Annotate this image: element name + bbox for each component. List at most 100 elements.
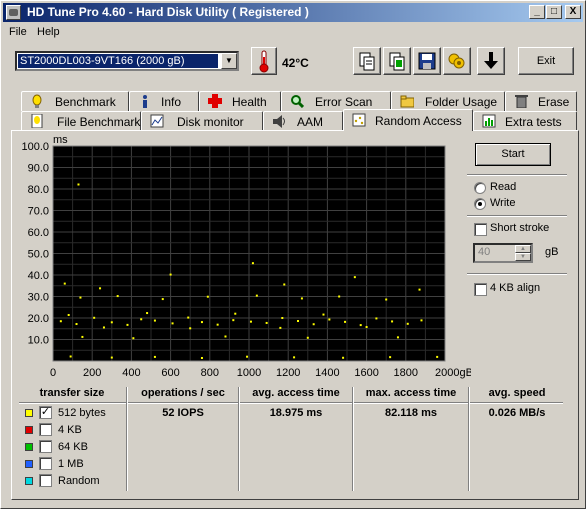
data-point — [281, 317, 284, 319]
y-tick-label: 60.0 — [28, 227, 49, 239]
separator-2 — [467, 273, 567, 275]
align-4kb-checkbox[interactable] — [474, 283, 487, 296]
maximize-button[interactable]: □ — [546, 5, 562, 19]
col-divider — [238, 387, 240, 491]
row-label-4kb: 4 KB — [58, 424, 82, 436]
data-point — [102, 326, 105, 329]
short-stroke-value: 40 — [478, 246, 491, 258]
data-point — [169, 273, 172, 276]
x-tick-label: 400 — [122, 367, 140, 379]
data-point — [418, 288, 421, 291]
col-divider — [126, 387, 128, 491]
data-point — [353, 276, 356, 279]
data-point — [249, 320, 252, 323]
color-swatch-512b — [25, 409, 33, 417]
max-access-value: 82.118 ms — [385, 407, 437, 419]
y-tick-label: 70.0 — [28, 206, 49, 218]
checkbox-4kb[interactable] — [39, 423, 52, 436]
data-point — [344, 320, 347, 323]
x-tick-label: 0 — [50, 367, 56, 379]
row-label-random: Random — [58, 475, 100, 487]
data-point — [69, 355, 72, 358]
data-point — [436, 355, 439, 358]
short-stroke-unit: gB — [545, 246, 559, 258]
ops-per-sec-value: 52 IOPS — [162, 407, 204, 419]
data-point — [342, 356, 345, 359]
data-point — [81, 335, 84, 338]
y-tick-label: 30.0 — [28, 292, 49, 304]
color-swatch-64kb — [25, 443, 33, 451]
checkbox-512b[interactable]: ✓ — [39, 406, 52, 419]
data-point — [161, 298, 164, 301]
color-swatch-random — [25, 477, 33, 485]
tab-extra-tests[interactable]: Extra tests — [473, 111, 577, 131]
data-point — [359, 324, 362, 327]
data-point — [75, 323, 78, 326]
data-point — [187, 316, 190, 319]
data-point — [200, 356, 203, 359]
data-point — [77, 183, 80, 186]
col-divider — [468, 387, 470, 491]
write-radio[interactable] — [474, 198, 486, 210]
data-point — [406, 322, 409, 325]
x-tick-label: 800 — [201, 367, 219, 379]
results-table: transfer size operations / sec avg. acce… — [19, 387, 563, 495]
short-stroke-checkbox[interactable] — [474, 223, 487, 236]
data-point — [153, 355, 156, 358]
data-point — [246, 355, 249, 358]
read-radio[interactable] — [474, 182, 486, 194]
exit-button[interactable]: Exit — [518, 47, 574, 75]
access-time-chart: 0 200 400 600 800 1000 1200 1400 1600 1800 2000gB 1… — [21, 134, 472, 379]
spin-up-icon[interactable]: ▲ — [515, 245, 531, 253]
tab-erase[interactable]: Erase — [505, 91, 577, 111]
short-stroke-spinner[interactable]: 40 ▲ ▼ — [473, 243, 533, 263]
y-tick-label: 100.0 — [21, 141, 49, 153]
data-point — [375, 317, 378, 320]
data-point — [385, 298, 388, 301]
x-tick-label: 600 — [161, 367, 179, 379]
checkbox-64kb[interactable] — [39, 440, 52, 453]
data-point — [99, 287, 102, 290]
close-button[interactable]: X — [565, 5, 581, 19]
data-point — [279, 326, 282, 329]
arrow-down-icon — [484, 52, 498, 69]
checkbox-random[interactable] — [39, 474, 52, 487]
tab-random-access[interactable]: Random Access — [343, 109, 473, 131]
x-tick-label: 1400 — [315, 367, 339, 379]
avg-speed-value: 0.026 MB/s — [488, 407, 546, 419]
data-point — [297, 320, 299, 323]
data-point — [293, 356, 296, 359]
data-point — [216, 323, 219, 326]
data-point — [59, 320, 62, 323]
download-button[interactable] — [477, 47, 505, 75]
data-point — [110, 356, 113, 359]
app-window: HD Tune Pro 4.60 - Hard Disk Utility ( R… — [0, 0, 586, 509]
data-point — [391, 320, 394, 323]
y-tick-label: 10.0 — [28, 335, 49, 347]
write-label: Write — [490, 197, 516, 209]
start-button[interactable]: Start — [475, 143, 551, 166]
x-tick-label: 200 — [83, 367, 101, 379]
data-point — [140, 318, 143, 321]
data-point — [206, 295, 209, 298]
data-point — [338, 295, 341, 298]
trash-icon — [515, 95, 528, 108]
data-point — [322, 313, 325, 316]
chart-area: 0 200 400 600 800 1000 1200 1400 1600 1800 2000gB 1… — [1, 1, 472, 384]
data-point — [234, 312, 237, 315]
data-point — [365, 326, 368, 329]
data-point — [200, 321, 203, 324]
data-point — [306, 336, 309, 339]
minimize-button[interactable]: _ — [529, 5, 545, 19]
col-operations: operations / sec — [141, 387, 225, 399]
data-point — [283, 283, 286, 286]
y-tick-label: 40.0 — [28, 270, 49, 282]
col-max-access: max. access time — [365, 387, 457, 399]
checkbox-1mb[interactable] — [39, 457, 52, 470]
x-tick-label: 1200 — [276, 367, 300, 379]
col-avg-speed: avg. speed — [488, 387, 546, 399]
col-divider — [352, 387, 354, 491]
row-label-1mb: 1 MB — [58, 458, 84, 470]
y-tick-label: 90.0 — [28, 163, 49, 175]
spin-down-icon[interactable]: ▼ — [515, 253, 531, 261]
